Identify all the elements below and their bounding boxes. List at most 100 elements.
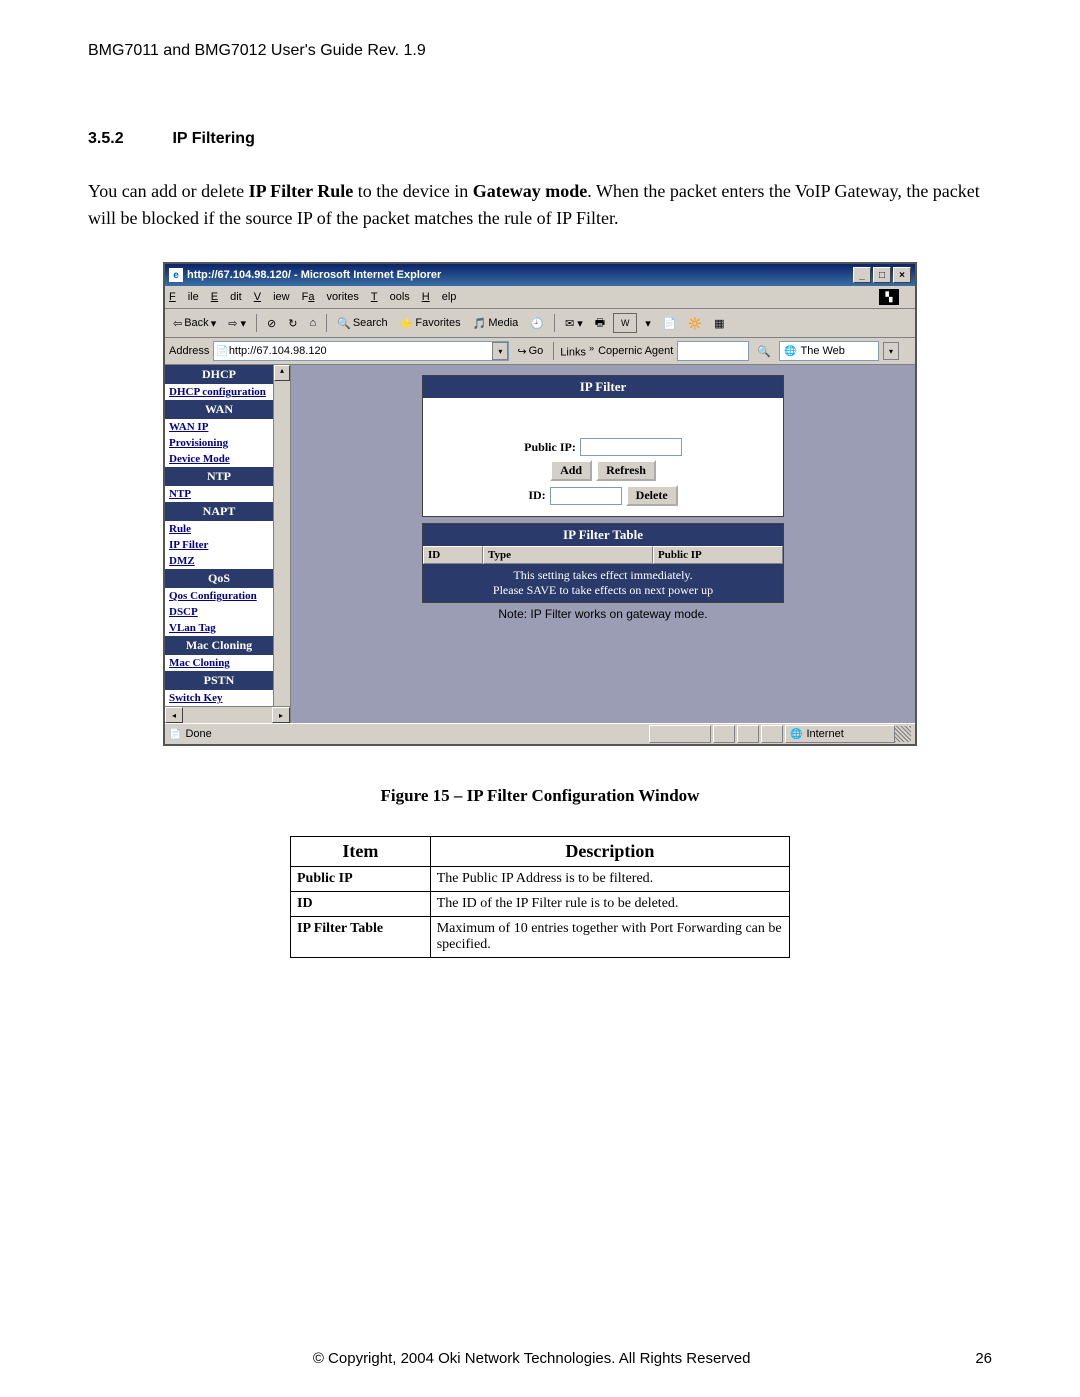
sidebar-items: DHCPDHCP configurationWANWAN IPProvision… [165,365,273,706]
sidebar-hscroll[interactable]: ◂ ▸ [165,706,290,723]
publicip-input[interactable] [580,438,682,456]
sidebar-link[interactable]: DHCP configuration [165,384,273,400]
address-input[interactable]: 📄 http://67.104.98.120 ▾ [213,341,509,361]
ipfilter-table-header: ID Type Public IP [423,546,783,564]
home-button[interactable]: ⌂ [305,315,320,331]
sidebar-link[interactable]: IP Filter [165,537,273,553]
resize-grip-icon[interactable] [895,726,911,742]
add-button[interactable]: Add [550,460,592,481]
sidebar-link[interactable]: Switch Key [165,690,273,706]
table-row: ID The ID of the IP Filter rule is to be… [291,892,790,917]
hscroll-left-icon[interactable]: ◂ [165,707,183,723]
page-number: 26 [975,1350,992,1367]
go-button[interactable]: ↪ Go [513,343,547,360]
refresh-config-button[interactable]: Refresh [596,460,656,481]
favorites-button[interactable]: ⭐ Favorites [396,315,465,332]
mail-button[interactable]: ✉ ▾ [561,315,587,332]
ie-menubar: File Edit View Favorites Tools Help ▚ [165,286,915,309]
address-label: Address [169,345,209,357]
table-row: Public IP The Public IP Address is to be… [291,867,790,892]
word-button[interactable]: W [613,313,637,333]
col-type: Type [483,546,653,564]
sidebar-link[interactable]: NTP [165,486,273,502]
copernic-label: Copernic Agent [598,345,673,357]
figure-caption: Figure 15 – IP Filter Configuration Wind… [88,786,992,806]
ie-address-bar: Address 📄 http://67.104.98.120 ▾ ↪ Go Li… [165,338,915,365]
ipfilter-table-title: IP Filter Table [423,524,783,546]
extra-button-1[interactable]: ▾ [641,315,655,332]
close-button[interactable]: × [893,267,911,283]
stop-button[interactable]: ⊘ [263,315,280,332]
section-number: 3.5.2 [88,130,168,148]
back-button[interactable]: ⇦ Back ▾ [169,315,220,332]
menu-view[interactable]: View [254,291,290,303]
sidebar-link[interactable]: VLan Tag [165,620,273,636]
sidebar-link[interactable]: Device Mode [165,451,273,467]
media-button[interactable]: 🎵 Media [469,315,523,332]
note-box: This setting takes effect immediately. P… [423,564,783,602]
col-publicip: Public IP [653,546,783,564]
sidebar-link[interactable]: Rule [165,521,273,537]
col-id: ID [423,546,483,564]
delete-button[interactable]: Delete [626,485,678,506]
sidebar-header: NTP [165,467,273,486]
edit-button[interactable]: 📄 [659,315,681,332]
refresh-button[interactable]: ↻ [284,315,301,332]
sidebar-link[interactable]: DSCP [165,604,273,620]
sidebar-header: WAN [165,400,273,419]
sidebar-header: Mac Cloning [165,636,273,655]
extra-button-3[interactable]: ▦ [710,315,728,332]
sidebar-link[interactable]: Qos Configuration [165,588,273,604]
ie-statusbar: 📄 Done 🌐 Internet [165,723,915,744]
print-button[interactable]: 🖶 [591,312,609,335]
history-button[interactable]: 🕘 [526,315,548,332]
desc-th-item: Item [291,837,431,867]
links-label[interactable]: Links » [560,343,594,359]
copyright-text: © Copyright, 2004 Oki Network Technologi… [88,1350,975,1367]
main-area: IP Filter Public IP: Add Refresh ID: [291,365,915,723]
ie-app-icon: e [169,268,183,282]
menu-tools[interactable]: Tools [371,291,410,303]
sidebar-vscroll[interactable]: ▴ [273,365,290,706]
status-page-icon: 📄 [169,729,181,740]
copernic-input[interactable] [677,341,749,361]
extra-button-2[interactable]: 🔆 [684,315,706,332]
doc-header: BMG7011 and BMG7012 User's Guide Rev. 1.… [88,42,992,60]
sidebar-link[interactable]: Mac Cloning [165,655,273,671]
sidebar-header: NAPT [165,502,273,521]
table-row: IP Filter Table Maximum of 10 entries to… [291,917,790,958]
status-done: Done [185,728,211,740]
minimize-button[interactable]: _ [853,267,871,283]
maximize-button[interactable]: □ [873,267,891,283]
forward-button[interactable]: ⇨ ▾ [224,315,250,332]
theweb-dropdown-arrow[interactable]: ▾ [883,342,899,360]
sidebar-link[interactable]: Provisioning [165,435,273,451]
ie-titlebar: e http://67.104.98.120/ - Microsoft Inte… [165,264,915,286]
ipfilter-panel-title: IP Filter [423,376,783,398]
menu-help[interactable]: Help [422,291,457,303]
hscroll-right-icon[interactable]: ▸ [272,707,290,723]
copernic-search-icon[interactable]: 🔍 [753,343,775,360]
ie-throbber-icon: ▚ [879,289,899,305]
ie-toolbar: ⇦ Back ▾ ⇨ ▾ ⊘ ↻ ⌂ 🔍 Search ⭐ Favorites … [165,309,915,338]
theweb-dropdown[interactable]: 🌐 The Web [779,341,879,361]
sidebar-link[interactable]: WAN IP [165,419,273,435]
sidebar-link[interactable]: DMZ [165,553,273,569]
ie-title-text: http://67.104.98.120/ - Microsoft Intern… [187,269,441,281]
globe-icon: 🌐 [784,346,796,357]
ie-content: DHCPDHCP configurationWANWAN IPProvision… [165,365,915,723]
id-input[interactable] [550,487,622,505]
subnote: Note: IP Filter works on gateway mode. [498,607,707,621]
menu-file[interactable]: File [169,291,199,303]
page-footer: © Copyright, 2004 Oki Network Technologi… [88,1350,992,1367]
menu-edit[interactable]: Edit [211,291,242,303]
sidebar-header: PSTN [165,671,273,690]
menu-favorites[interactable]: Favorites [302,291,359,303]
desc-th-desc: Description [430,837,789,867]
search-button[interactable]: 🔍 Search [333,315,392,332]
address-dropdown-icon[interactable]: ▾ [492,342,508,360]
sidebar-header: QoS [165,569,273,588]
page-icon: 📄 [216,346,228,357]
sidebar-header: DHCP [165,365,273,384]
ipfilter-table-panel: IP Filter Table ID Type Public IP This s… [422,523,784,603]
